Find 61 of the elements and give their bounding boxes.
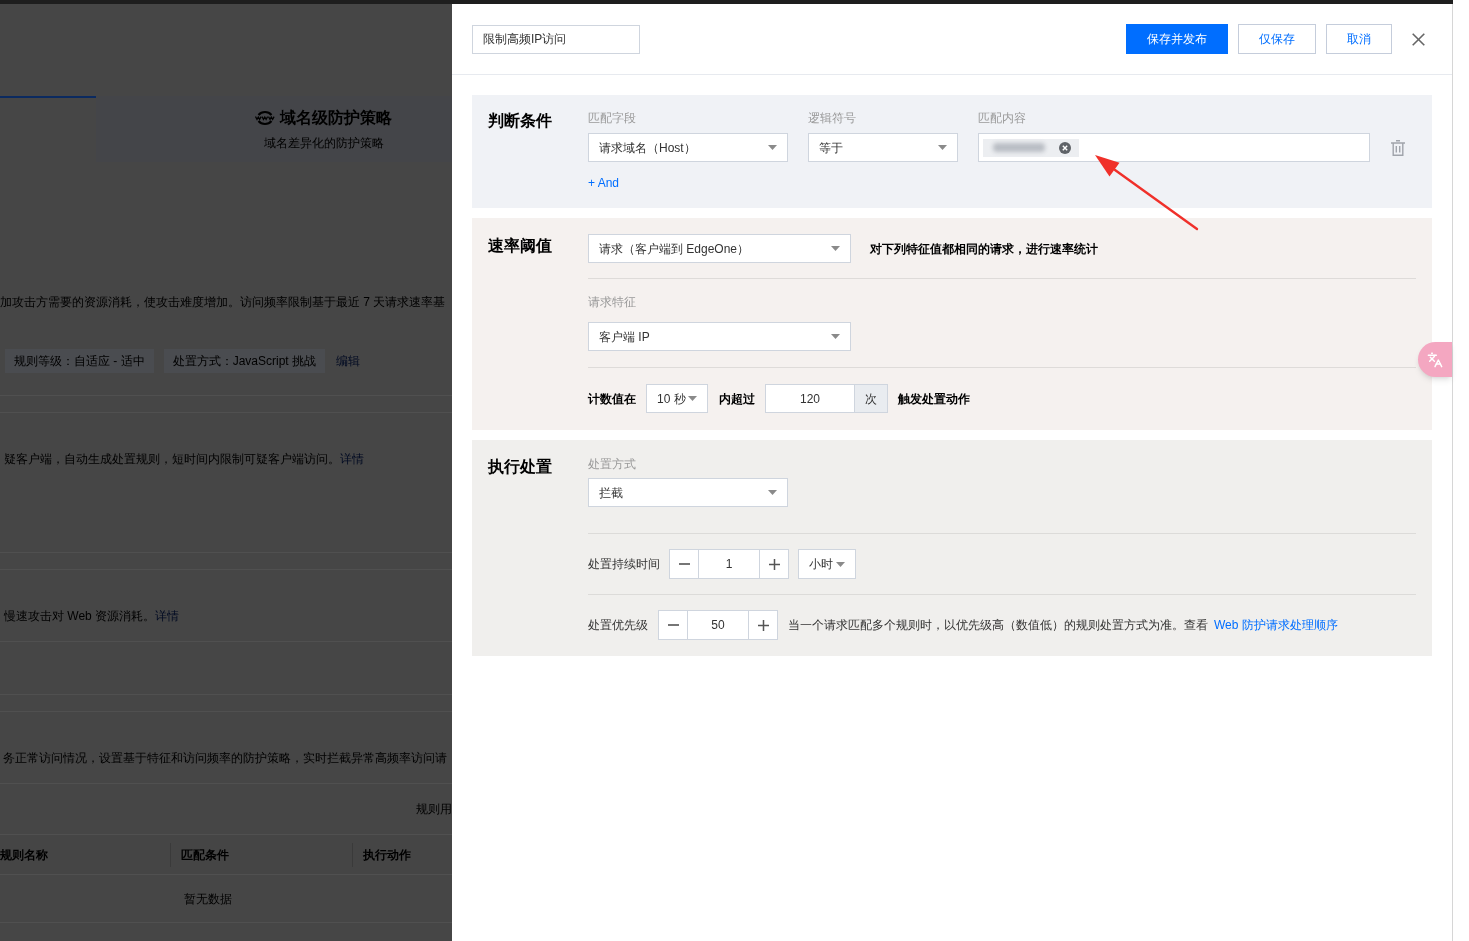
caret-icon [938,145,947,150]
increment-button[interactable] [759,549,789,579]
increment-button[interactable] [748,610,778,640]
select-field[interactable]: 等于 [808,133,958,162]
field-label: 处置持续时间 [588,556,660,573]
plus-icon [757,619,769,631]
select-field[interactable]: 拦截 [588,478,788,507]
section-title: 执行处置 [488,457,553,477]
web-icon [255,110,275,126]
caret-icon [768,145,777,150]
section-title: 速率阈值 [488,236,553,256]
order-link[interactable]: Web 防护请求处理顺序 [1214,616,1338,634]
field-label: 匹配字段 [588,110,637,127]
caret-icon [688,396,697,401]
rule-name-field[interactable]: 限制高频IP访问 [472,24,640,54]
scope-note: 对下列特征值都相同的请求，进行速率统计 [870,240,1098,258]
toolbar-text: 规则用 [416,801,452,818]
field-label: 逻辑符号 [808,110,857,127]
unit-addon: 次 [855,384,888,413]
select-field[interactable]: 客户端 IP [588,322,851,351]
action-button[interactable]: 取消 [1326,24,1392,54]
column-header: 匹配条件 [180,846,230,864]
description-text: 慢速攻击对 Web 资源消耗。 [4,608,156,625]
field-label: 匹配内容 [978,110,1027,127]
description-text: 加攻击方需要的资源消耗，使攻击难度增加。访问频率限制基于最近 7 天请求速率基 [0,294,446,311]
section-title: 判断条件 [488,111,553,131]
clear-icon[interactable] [1059,141,1071,154]
column-header: 规则名称 [0,846,49,864]
field-label: 计数值在 [588,390,636,408]
action-button[interactable]: 仅保存 [1238,24,1316,54]
caret-icon [831,246,840,251]
column-header: 执行动作 [362,846,411,864]
caret-icon [836,561,845,567]
field-label: 触发处置动作 [898,390,970,408]
select-field[interactable]: 请求（客户端到 EdgeOne） [588,234,851,263]
translate-icon [1427,351,1443,368]
decrement-button[interactable] [658,610,688,640]
empty-table-text: 暂无数据 [184,890,232,908]
field-label: 请求特征 [588,294,636,311]
caret-icon [831,334,840,339]
number-field[interactable]: 1 [699,549,759,579]
field-label: 处置方式 [588,456,636,473]
select-field[interactable]: 10 秒 [646,384,708,413]
info-tag: 处置方式：JavaScript 挑战 [163,349,326,373]
field-label: 处置优先级 [588,617,648,634]
action-button[interactable]: 保存并发布 [1126,24,1228,54]
select-field[interactable]: 小时 [798,549,856,579]
match-content-field[interactable] [978,133,1370,162]
decrement-button[interactable] [669,549,699,579]
add-condition-link[interactable]: + And [588,174,620,192]
threshold-field[interactable]: 120 [765,384,855,413]
plus-icon [768,558,780,570]
minus-icon [678,563,690,565]
info-tag: 规则等级：自适应 - 适中 [5,349,154,373]
field-label: 内超过 [719,390,755,408]
close-icon[interactable] [1412,32,1425,46]
caret-icon [768,490,777,495]
minus-icon [667,624,679,626]
select-field[interactable]: 请求域名（Host） [588,133,788,162]
priority-note: 当一个请求匹配多个规则时，以优先级高（数值低）的规则处置方式为准。查看 [788,617,1208,634]
number-field[interactable]: 50 [688,610,748,640]
